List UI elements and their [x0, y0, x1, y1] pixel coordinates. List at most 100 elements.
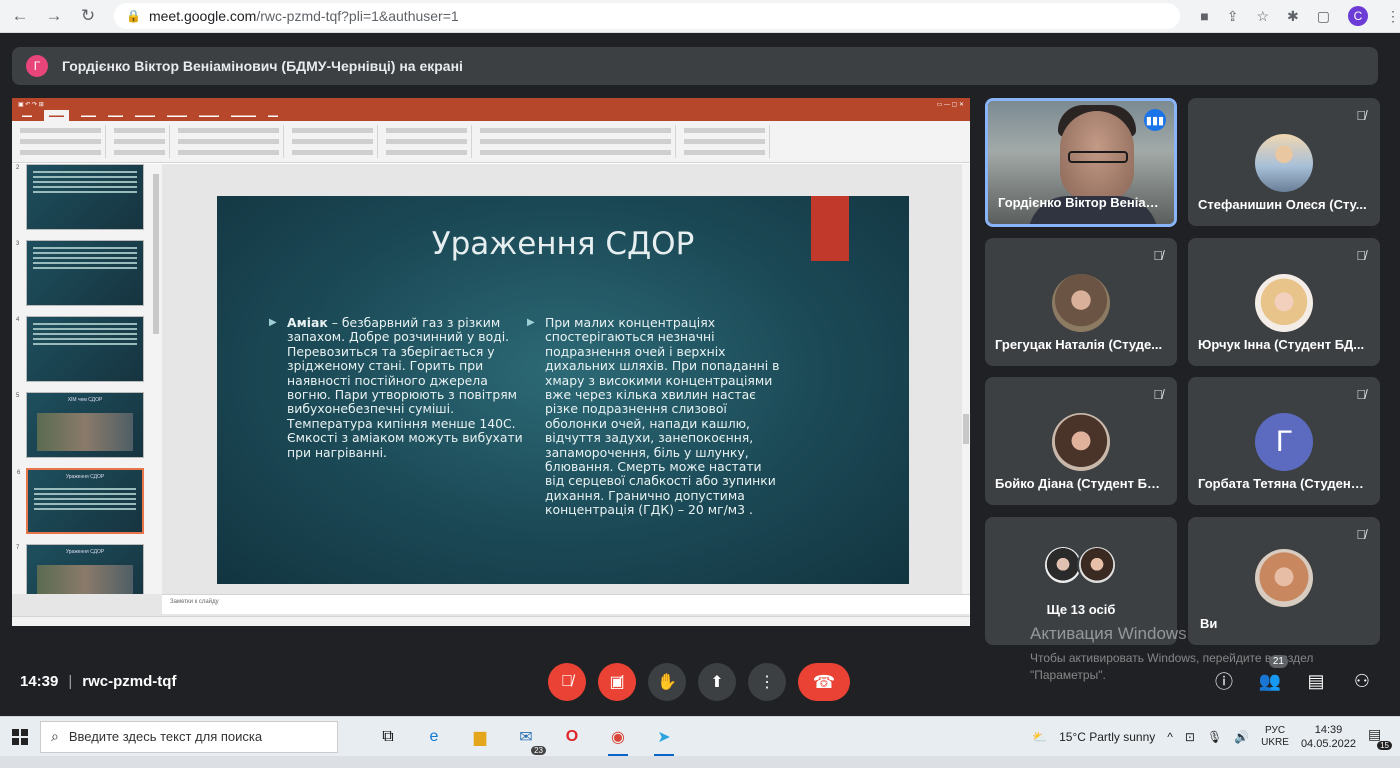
camera-icon[interactable]: ■ [1200, 8, 1208, 24]
mic-off-icon: 🎙̸ [1356, 108, 1366, 123]
meeting-info: 14:39 | rwc-pzmd-tqf [20, 673, 177, 690]
chat-button[interactable]: ▤ [1304, 669, 1328, 693]
ppt-tab: ▬▬▬▬ [167, 112, 187, 119]
ribbon-group [110, 125, 170, 158]
meet-control-bar: 14:39 | rwc-pzmd-tqf 🎙̸ ▣̸ ✋ ⬆ ⋮ ☎ ⓘ 👥 21 ▤… [0, 655, 1400, 710]
present-icon: ⬆ [710, 674, 724, 691]
thumbnail-scrollbar [153, 174, 159, 334]
slide-right-text: При малих концентраціях спостерігаються … [545, 315, 780, 518]
slide-notes: Заметки к слайду [162, 594, 970, 614]
bullet-icon: ▶ [269, 317, 277, 328]
info-icon: ⓘ [1215, 672, 1233, 692]
opera-icon[interactable]: O [558, 723, 586, 751]
bottom-strip [0, 756, 1400, 768]
input-language[interactable]: РУС UKRE [1261, 725, 1289, 749]
watermark-title: Активация Windows [1030, 624, 1187, 643]
file-explorer-icon[interactable]: ▆ [466, 723, 494, 751]
tray-chevron-icon[interactable]: ^ [1167, 730, 1173, 744]
ppt-tab: ▬▬▬ [81, 112, 96, 119]
back-icon[interactable]: ← [10, 6, 30, 26]
ppt-tab: ▬▬▬▬ [135, 112, 155, 119]
notifications-icon[interactable]: ▤ 15 [1368, 726, 1392, 750]
participant-tile[interactable]: 🎙̸ Юрчук Інна (Студент БД... [1188, 238, 1380, 366]
participant-avatar [1052, 274, 1110, 332]
participant-tile[interactable]: 🎙̸ Стефанишин Олеся (Сту... [1188, 98, 1380, 226]
slide-left-bold: Аміак [287, 315, 328, 330]
participant-avatar [1255, 134, 1313, 192]
mic-off-icon: 🎙̸ [1153, 248, 1163, 263]
slide-thumbnails: 2 3 4 5 ХІМ чем СДОР 6 Ураження СДОР 7 Ураж… [12, 164, 162, 594]
address-bar[interactable]: 🔒 meet.google.com/rwc-pzmd-tqf?pli=1&aut… [114, 3, 1181, 29]
participant-tile[interactable]: 🎙̸ Бойко Діана (Студент БД... [985, 377, 1177, 505]
present-button[interactable]: ⬆ [698, 663, 736, 701]
ppt-tab: ▬▬▬▬ [199, 112, 219, 119]
menu-icon[interactable]: ⋮ [1386, 8, 1400, 25]
meeting-details-button[interactable]: ⓘ [1212, 669, 1236, 693]
mail-icon[interactable]: ✉ 23 [512, 723, 546, 755]
ppt-tab: ▬▬ [268, 112, 278, 119]
ribbon-group [16, 125, 106, 158]
slide-title: Ураження СДОР [431, 226, 695, 262]
participant-avatar [1255, 274, 1313, 332]
people-button[interactable]: 👥 21 [1258, 655, 1288, 693]
taskbar-clock[interactable]: 14:39 04.05.2022 [1301, 723, 1356, 751]
hang-up-icon: ☎ [812, 671, 836, 692]
participant-tile[interactable]: 🎙̸ Грегуцак Наталія (Студе... [985, 238, 1177, 366]
participant-name: Юрчук Інна (Студент БД... [1198, 337, 1365, 352]
ppt-tab: ▬▬▬ [108, 112, 123, 119]
mic-tray-icon[interactable]: 🎙 [1207, 730, 1222, 744]
ribbon-group [288, 125, 378, 158]
taskbar-search[interactable]: ⌕ Введите здесь текст для поиска [40, 720, 338, 753]
hand-icon: ✋ [657, 674, 677, 691]
profile-avatar[interactable]: C [1348, 6, 1368, 26]
camera-toggle-button[interactable]: ▣̸ [598, 663, 636, 701]
activities-button[interactable]: ⚇ [1350, 669, 1374, 693]
raise-hand-button[interactable]: ✋ [648, 663, 686, 701]
forward-icon[interactable]: → [44, 6, 64, 26]
url-host: meet.google.com [148, 8, 257, 24]
ppt-title-bar: ▣ ↶ ↷ ⊞ ▭ — ▢ ✕ [12, 98, 970, 110]
participant-tile[interactable]: 🎙̸ Г Горбата Тетяна (Студент ... [1188, 377, 1380, 505]
ribbon-group [382, 125, 472, 158]
search-icon: ⌕ [51, 728, 59, 744]
telegram-icon[interactable]: ➤ [650, 723, 678, 756]
self-avatar [1255, 549, 1313, 607]
participant-avatar: Г [1255, 413, 1313, 471]
reload-icon[interactable]: ↻ [78, 6, 98, 26]
slide-right-column: ▶ При малих концентраціях спостерігаютьс… [527, 315, 780, 518]
taskbar-search-placeholder: Введите здесь текст для поиска [68, 729, 263, 744]
share-icon[interactable]: ⇪ [1227, 8, 1239, 25]
windows-taskbar: ⌕ Введите здесь текст для поиска ⧉ e ▆ ✉… [0, 716, 1400, 756]
mic-toggle-button[interactable]: 🎙̸ [548, 663, 586, 701]
participant-avatar [1052, 413, 1110, 471]
chrome-icon[interactable]: ◉ [604, 723, 632, 756]
star-icon[interactable]: ☆ [1256, 8, 1269, 25]
meeting-code: rwc-pzmd-tqf [82, 673, 177, 690]
leave-call-button[interactable]: ☎ [798, 663, 850, 701]
slide-left-text: – безбарвний газ з різким запахом. Добре… [287, 315, 523, 460]
volume-icon[interactable]: 🔊 [1234, 730, 1249, 744]
chat-icon: ▤ [1307, 670, 1325, 691]
more-vert-icon: ⋮ [759, 674, 775, 691]
edge-icon[interactable]: e [420, 723, 448, 751]
mic-off-icon: 🎙̸ [1153, 387, 1163, 402]
participant-tile-speaking[interactable]: ▮▮▮ Гордієнко Віктор Веніам... [985, 98, 1177, 227]
ppt-ribbon [12, 121, 970, 163]
windows-start-icon[interactable] [12, 728, 28, 745]
meeting-time: 14:39 [20, 673, 59, 690]
ppt-ribbon-tabs: ▬▬ ▬▬▬ ▬▬▬ ▬▬▬ ▬▬▬▬ ▬▬▬▬ ▬▬▬▬ ▬▬▬▬▬ ▬▬ [12, 110, 970, 121]
extensions-icon[interactable]: ✱ [1287, 8, 1299, 25]
network-icon[interactable]: ⊡ [1185, 730, 1195, 744]
more-options-button[interactable]: ⋮ [748, 663, 786, 701]
slide-thumbnail-selected: 6 Ураження СДОР [17, 468, 144, 534]
weather-text[interactable]: 15°C Partly sunny [1059, 730, 1155, 744]
people-count-badge: 21 [1268, 655, 1288, 668]
lock-icon: 🔒 [126, 9, 141, 23]
slide-thumbnail: 7 Ураження СДОР [16, 544, 144, 594]
sidebar-icon[interactable]: ▢ [1317, 8, 1330, 25]
speaking-indicator-icon: ▮▮▮ [1144, 109, 1166, 131]
task-view-icon[interactable]: ⧉ [374, 723, 402, 751]
browser-toolbar: ← → ↻ 🔒 meet.google.com/rwc-pzmd-tqf?pli… [0, 0, 1400, 33]
more-participants-label: Ще 13 осіб [1046, 602, 1116, 617]
ppt-workspace: 2 3 4 5 ХІМ чем СДОР 6 Ураження СДОР 7 Ураж… [12, 164, 970, 626]
